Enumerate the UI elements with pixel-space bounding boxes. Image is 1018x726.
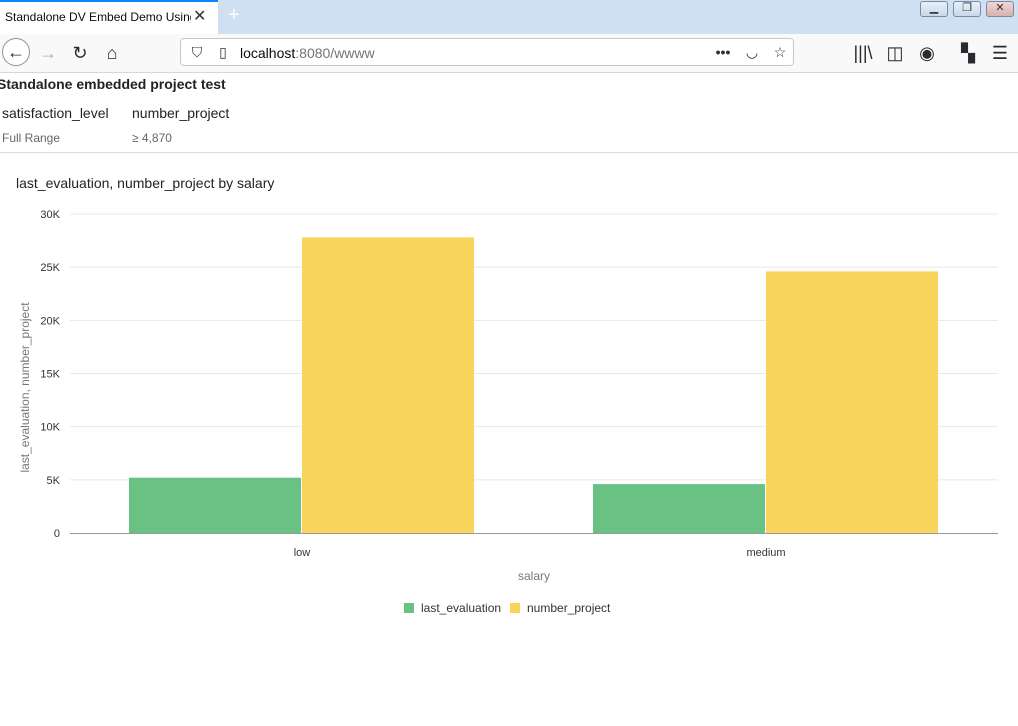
y-tick-label: 0 bbox=[54, 528, 60, 540]
y-tick-label: 25K bbox=[40, 262, 60, 274]
page-title: Standalone embedded project test bbox=[0, 76, 226, 92]
minimize-icon: ▁ bbox=[929, 2, 939, 14]
legend-label-number_project[interactable]: number_project bbox=[527, 601, 611, 615]
sidebar-icon[interactable]: ◫ bbox=[882, 40, 908, 66]
filter-value-satisfaction-level[interactable]: Full Range bbox=[2, 131, 60, 145]
bar-chart: 0 5K 10K 15K 20K 25K 30K low medium salary last_ev… bbox=[18, 209, 998, 615]
x-axis-title: salary bbox=[518, 569, 550, 583]
url-text[interactable]: localhost:8080/wwww bbox=[240, 45, 375, 61]
reload-icon[interactable]: ↻ bbox=[67, 40, 93, 66]
filter-label-satisfaction-level[interactable]: satisfaction_level bbox=[2, 105, 109, 121]
more-actions-icon[interactable]: ••• bbox=[713, 42, 733, 62]
extensions-icon[interactable]: ▚ bbox=[955, 40, 981, 66]
filter-value-number-project[interactable]: ≥ 4,870 bbox=[132, 131, 172, 145]
browser-nav-bar: ← → ↻ ⌂ ⛉ ▯ localhost:8080/wwww ••• ◡ ☆ … bbox=[0, 34, 1018, 73]
tab-title: Standalone DV Embed Demo Using bbox=[5, 10, 191, 24]
y-axis-title: last_evaluation, number_project bbox=[18, 302, 32, 473]
home-icon[interactable]: ⌂ bbox=[99, 40, 125, 66]
close-icon[interactable]: ✕ bbox=[193, 8, 206, 26]
address-bar[interactable]: ⛉ ▯ localhost:8080/wwww ••• ◡ ☆ bbox=[180, 38, 794, 66]
bar-number_project-medium[interactable] bbox=[766, 271, 938, 533]
chart-title: last_evaluation, number_project by salar… bbox=[16, 175, 275, 191]
restore-button[interactable]: ❐ bbox=[953, 1, 981, 17]
filter-label-number-project[interactable]: number_project bbox=[132, 105, 229, 121]
shield-icon[interactable]: ⛉ bbox=[187, 42, 207, 62]
window-close-button[interactable]: ✕ bbox=[986, 1, 1014, 17]
url-host: localhost bbox=[240, 45, 296, 61]
x-tick-label: low bbox=[294, 547, 311, 559]
library-icon[interactable]: |||\ bbox=[850, 40, 876, 66]
browser-title-bar: Standalone DV Embed Demo Using ✕ + ▁ ❐ ✕ bbox=[0, 0, 1018, 34]
legend-swatch-number_project[interactable] bbox=[510, 603, 520, 613]
y-tick-label: 20K bbox=[40, 315, 60, 327]
window-close-icon: ✕ bbox=[995, 2, 1005, 14]
menu-icon[interactable]: ☰ bbox=[987, 40, 1013, 66]
minimize-button[interactable]: ▁ bbox=[920, 1, 948, 17]
y-tick-label: 15K bbox=[40, 369, 60, 381]
restore-icon: ❐ bbox=[962, 2, 972, 14]
bar-last_evaluation-low[interactable] bbox=[129, 477, 301, 533]
header-divider bbox=[0, 152, 1018, 153]
url-path: :8080/wwww bbox=[295, 45, 375, 61]
bar-number_project-low[interactable] bbox=[302, 237, 474, 533]
y-tick-label: 5K bbox=[47, 475, 61, 487]
y-tick-label: 30K bbox=[40, 209, 60, 221]
legend-label-last_evaluation[interactable]: last_evaluation bbox=[421, 601, 501, 615]
bar-last_evaluation-medium[interactable] bbox=[593, 484, 765, 533]
y-tick-label: 10K bbox=[40, 422, 60, 434]
bookmark-star-icon[interactable]: ☆ bbox=[770, 42, 790, 62]
page-icon[interactable]: ▯ bbox=[213, 42, 233, 62]
back-arrow-icon[interactable]: ← bbox=[2, 38, 30, 66]
pocket-icon[interactable]: ◡ bbox=[742, 42, 762, 62]
forward-arrow-icon[interactable]: → bbox=[35, 40, 61, 66]
x-tick-label: medium bbox=[746, 547, 785, 559]
browser-tab[interactable]: Standalone DV Embed Demo Using ✕ bbox=[0, 0, 218, 34]
account-icon[interactable]: ◉ bbox=[914, 40, 940, 66]
legend-swatch-last_evaluation[interactable] bbox=[404, 603, 414, 613]
new-tab-plus-icon[interactable]: + bbox=[228, 4, 240, 26]
